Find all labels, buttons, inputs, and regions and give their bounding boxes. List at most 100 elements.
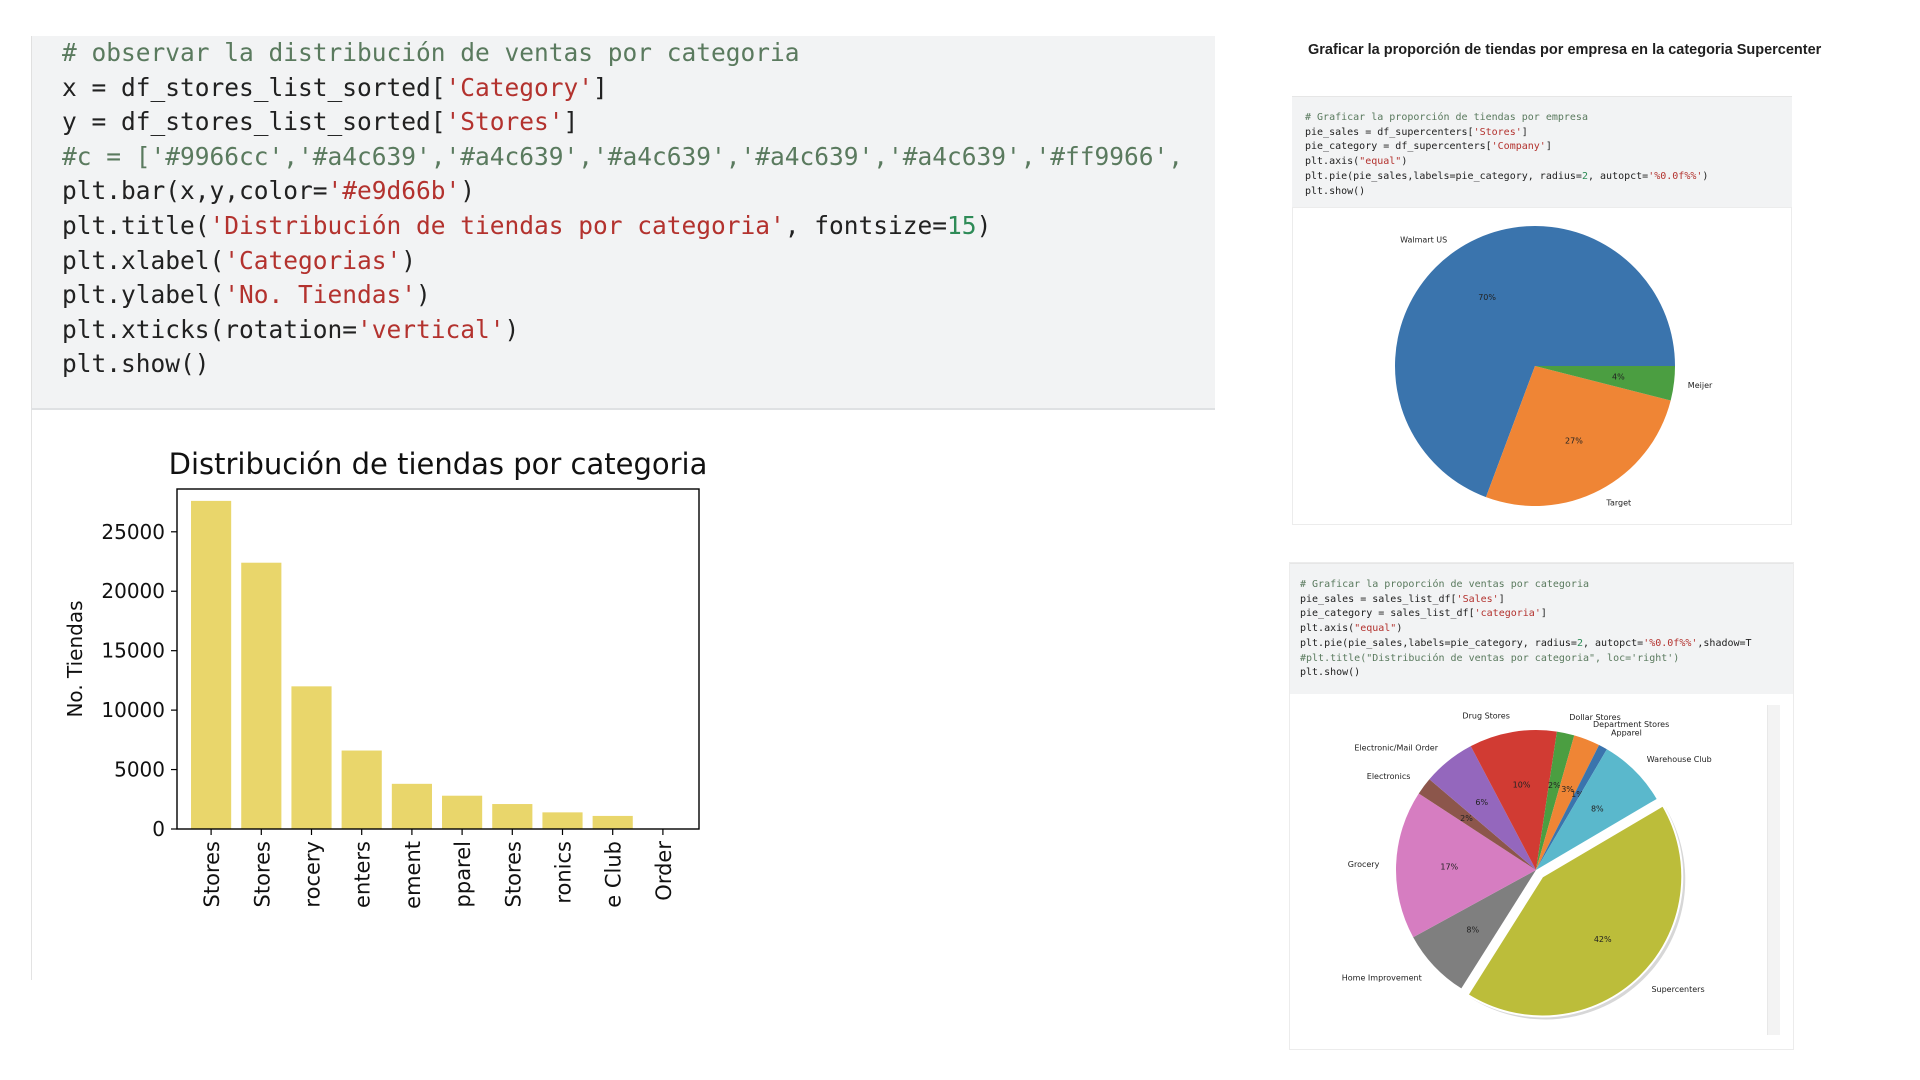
code-line: plt.xlabel('Categorias') xyxy=(62,244,1183,279)
code-editor[interactable]: # observar la distribución de ventas por… xyxy=(62,36,1183,382)
code-line: plt.show() xyxy=(1300,666,1787,681)
code-token: ] xyxy=(563,107,579,137)
code-token: plt.pie(pie_sales,labels=pie_category, r… xyxy=(1300,637,1577,649)
pie-label: Supercenters xyxy=(1651,985,1704,994)
pie-label: Target xyxy=(1605,498,1631,507)
code-token: # observar la distribución de ventas por… xyxy=(62,38,800,67)
code-token: # Graficar la proporción de ventas por c… xyxy=(1300,579,1589,590)
pie-percent-label: 27% xyxy=(1565,436,1583,445)
x-tick-label: Stores xyxy=(250,841,274,907)
code-token: plt.show() xyxy=(62,349,210,379)
code-token: ] xyxy=(1498,593,1505,605)
code-line: pie_sales = df_supercenters['Stores'] xyxy=(1305,126,1785,141)
code-token: 'Category' xyxy=(445,72,594,102)
code-token: #c = ['#9966cc','#a4c639','#a4c639','#a4… xyxy=(62,141,1184,171)
code-line: y = df_stores_list_sorted['Stores'] xyxy=(62,105,1183,140)
code-token: 15 xyxy=(947,210,977,240)
code-line: plt.xticks(rotation='vertical') xyxy=(62,313,1183,348)
pie-label: Warehouse Club xyxy=(1647,755,1712,764)
output-scrollbar[interactable] xyxy=(1767,705,1780,1035)
code-cell-bar[interactable]: # observar la distribución de ventas por… xyxy=(31,36,1215,408)
code-line: pie_category = sales_list_df['categoria'… xyxy=(1300,607,1787,622)
code-token: x = df_stores_list_sorted[ xyxy=(62,72,446,102)
code-token: "equal" xyxy=(1359,156,1402,168)
bar xyxy=(391,783,432,829)
code-token: 'Company' xyxy=(1491,141,1546,153)
code-token: , autopct= xyxy=(1582,637,1644,649)
code-token: '#e9d66b' xyxy=(327,176,461,206)
code-token: ) xyxy=(1396,623,1403,635)
code-token: "equal" xyxy=(1354,623,1397,635)
code-token: y = df_stores_list_sorted[ xyxy=(62,107,446,137)
x-tick-label: ronics xyxy=(552,841,576,904)
code-cell-pie-companies[interactable]: # Graficar la proporción de tiendas por … xyxy=(1292,96,1792,208)
code-token: pie_sales = sales_list_df[ xyxy=(1300,593,1457,605)
pie-percent-label: 8% xyxy=(1466,925,1479,934)
code-token: ) xyxy=(416,280,431,310)
code-token: , fontsize= xyxy=(784,210,948,240)
bar xyxy=(241,562,282,829)
bar xyxy=(291,686,332,829)
bar xyxy=(542,812,583,829)
pie-chart-categories: 42% Supercenters 8% Home Improvement 17% Groc… xyxy=(1342,711,1712,1020)
code-editor-pie-companies[interactable]: # Graficar la proporción de tiendas por … xyxy=(1305,111,1785,199)
pie-label: Electronic/Mail Order xyxy=(1354,744,1438,753)
code-line: plt.axis("equal") xyxy=(1300,622,1787,637)
y-tick-label: 0 xyxy=(152,817,165,841)
code-token: pie_category = sales_list_df[ xyxy=(1300,608,1475,620)
code-line: plt.pie(pie_sales,labels=pie_category, r… xyxy=(1305,170,1785,185)
code-line: x = df_stores_list_sorted['Category'] xyxy=(62,71,1183,106)
code-token: pie_sales = df_supercenters[ xyxy=(1305,126,1474,138)
code-token: ) xyxy=(976,210,992,240)
code-token: 'Stores' xyxy=(1473,126,1522,138)
code-cell-pie-categories[interactable]: # Graficar la proporción de ventas por c… xyxy=(1290,563,1793,694)
pie-label: Apparel xyxy=(1611,728,1642,737)
code-token: plt.title( xyxy=(62,210,210,240)
pie-label: Grocery xyxy=(1348,860,1380,869)
code-token: ,shadow=T xyxy=(1697,637,1752,649)
x-tick-label: Stores xyxy=(200,841,224,907)
output-divider xyxy=(31,408,1215,410)
code-token: ) xyxy=(1702,170,1709,182)
section-heading: Graficar la proporción de tiendas por em… xyxy=(1308,42,1822,58)
pie-percent-label: 4% xyxy=(1612,372,1625,381)
y-tick-label: 25000 xyxy=(101,520,165,544)
code-line: pie_sales = sales_list_df['Sales'] xyxy=(1300,593,1787,608)
x-tick-label: pparel xyxy=(451,841,475,907)
bar-chart: Distribución de tiendas por categoria Sto… xyxy=(63,447,707,909)
pie-percent-label: 42% xyxy=(1594,935,1612,944)
bar xyxy=(341,750,382,829)
y-tick-label: 10000 xyxy=(101,698,165,722)
code-token: plt.show() xyxy=(1305,185,1366,197)
code-editor-pie-categories[interactable]: # Graficar la proporción de ventas por c… xyxy=(1300,578,1787,681)
x-tick-label: ement xyxy=(401,841,425,909)
code-token: plt.axis( xyxy=(1300,623,1355,635)
bar xyxy=(191,500,232,829)
code-token: 'Categorias' xyxy=(224,245,402,275)
code-token: '%0.0f%%' xyxy=(1643,637,1698,649)
pie-percent-label: 6% xyxy=(1475,798,1488,807)
code-token: '%0.0f%%' xyxy=(1648,170,1703,182)
code-token: plt.axis( xyxy=(1305,156,1360,168)
code-token: 'categoria' xyxy=(1474,608,1541,620)
output-gutter xyxy=(31,410,32,980)
code-line: # Graficar la proporción de ventas por c… xyxy=(1300,578,1787,593)
x-tick-label: rocery xyxy=(301,841,325,908)
code-token: plt.xticks(rotation= xyxy=(62,314,358,344)
code-token: pie_category = df_supercenters[ xyxy=(1305,141,1492,153)
code-token: ) xyxy=(1401,156,1408,168)
bar xyxy=(592,815,633,829)
pie-label: Meijer xyxy=(1688,381,1713,390)
y-tick-label: 20000 xyxy=(101,579,165,603)
code-token: plt.ylabel( xyxy=(62,280,225,310)
code-token: ) xyxy=(504,314,520,344)
code-token: ) xyxy=(401,245,417,275)
pie-percent-label: 8% xyxy=(1591,805,1604,814)
code-line: #plt.title("Distribución de ventas por c… xyxy=(1300,652,1787,667)
code-token: ] xyxy=(1521,126,1528,138)
pie-percent-label: 10% xyxy=(1513,780,1531,789)
bar xyxy=(442,795,483,829)
code-token: 'Sales' xyxy=(1456,593,1499,605)
code-token: , autopct= xyxy=(1587,170,1649,182)
code-token: plt.show() xyxy=(1300,667,1361,679)
